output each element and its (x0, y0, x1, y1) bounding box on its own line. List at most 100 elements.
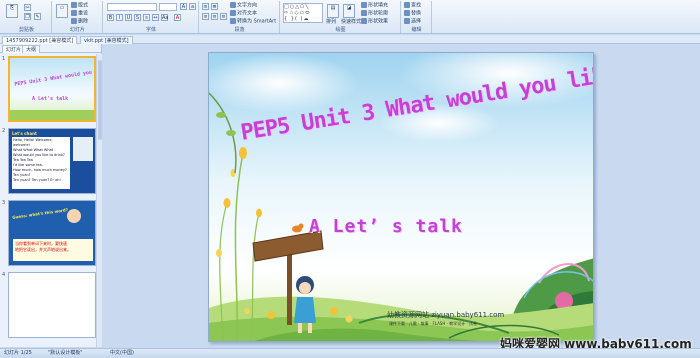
shape-fill-label: 形状填充 (368, 2, 389, 9)
shape-outline-button[interactable]: 形状轮廓 (361, 10, 388, 17)
italic-icon[interactable]: I (116, 14, 123, 21)
text-direction-label: 文字方向 (237, 2, 258, 9)
align-center-icon[interactable]: ≡ (211, 13, 218, 20)
align-right-icon[interactable]: ≡ (220, 13, 227, 20)
underline-icon[interactable]: U (125, 14, 132, 21)
format-painter-icon[interactable]: ✎ (34, 13, 41, 20)
select-button[interactable]: 选择 (404, 18, 421, 25)
thumb-figure-icon (67, 209, 81, 223)
find-button[interactable]: 查找 (404, 2, 421, 9)
font-name-combo[interactable] (107, 3, 157, 11)
theme-name: "默认设计模板" (48, 350, 83, 356)
shapes-gallery[interactable]: □○△⬠╲ ⇨☆◇▭⬭{ }( )☁ (283, 3, 323, 23)
align-text-button[interactable]: 对齐文本 (230, 10, 257, 17)
thumb-line: 地把它读出，并大声地说出来。 (15, 247, 71, 252)
arrange-label[interactable]: 排列 (326, 19, 336, 26)
document-tab-bar: 1457909222.ppt [兼容模式] vkit.ppt [兼容模式] (0, 35, 700, 44)
replace-button[interactable]: 替换 (404, 10, 421, 17)
group-label: 字体 (145, 27, 156, 33)
status-bar: 幻灯片 1/25 "默认设计模板" 中文(中国) (0, 348, 700, 358)
strike-icon[interactable]: S (134, 14, 141, 21)
text-direction-button[interactable]: 文字方向 (230, 2, 257, 9)
layout-button[interactable]: 版式 (71, 2, 88, 9)
quick-styles-label[interactable]: 快速样式 (341, 19, 361, 26)
thumbnail-image: Guess: what's this word? 当你看到单词下来时，要快速 地… (8, 200, 96, 266)
slides-panel: 幻灯片 大纲 1 PEP5 Unit 3 What would you like… (0, 44, 102, 347)
new-slide-icon[interactable]: ▭ (56, 4, 68, 18)
panel-tabs: 幻灯片 大纲 (0, 44, 101, 53)
scroll-thumb[interactable] (98, 60, 102, 140)
reset-button[interactable]: 重设 (71, 10, 88, 17)
change-case-icon[interactable]: Aa (161, 14, 168, 21)
slide-number: 2 (2, 128, 6, 134)
ribbon: ⎘ ✂ ❐ ✎ 剪贴板 ▭ 版式 重设 删除 幻灯片 A a B I U S s… (0, 0, 700, 34)
replace-label: 替换 (411, 10, 422, 17)
paste-icon[interactable]: ⎘ (6, 4, 18, 18)
smartart-button[interactable]: 转换为 SmartArt (230, 18, 276, 25)
slide-number: 4 (2, 272, 6, 278)
copy-icon[interactable]: ❐ (24, 13, 31, 20)
slide-thumbnail-2[interactable]: 2 Let's chant Hello, Hello! Welcome, wel… (0, 128, 100, 194)
paragraph-group: ≡ ≣ ≡ ≡ ≡ 文字方向 对齐文本 转换为 SmartArt 段落 (200, 1, 280, 33)
delete-label: 删除 (78, 18, 89, 25)
slide-number: 1 (2, 56, 6, 62)
cut-icon[interactable]: ✂ (24, 4, 31, 11)
drawing-group: □○△⬠╲ ⇨☆◇▭⬭{ }( )☁ ▤ 排列 ◪ 快速样式 形状填充 形状轮廓 … (281, 1, 401, 33)
group-label: 段落 (234, 27, 245, 33)
thumb-title: Let's chant (12, 131, 37, 136)
thumb-title: PEP5 Unit 3 What would you like ? (14, 66, 94, 88)
thumb-picture (73, 137, 93, 161)
bold-icon[interactable]: B (107, 14, 114, 21)
thumb-line: Hello, Hello! Welcome, welcome! (13, 138, 53, 147)
select-label: 选择 (411, 18, 422, 25)
thumb-text-box: 当你看到单词下来时，要快速 地把它读出，并大声地说出来。 (13, 239, 93, 261)
thumbnail-image: PEP5 Unit 3 What would you like ? A Let'… (8, 56, 96, 122)
shape-fill-button[interactable]: 形状填充 (361, 2, 388, 9)
slide-thumbnail-1[interactable]: 1 PEP5 Unit 3 What would you like ? A Le… (0, 56, 100, 122)
shrink-font-icon[interactable]: a (189, 3, 196, 10)
doc-tab-1[interactable]: 1457909222.ppt [兼容模式] (2, 36, 78, 44)
slide-number: 3 (2, 200, 6, 206)
language-status: 中文(中国) (110, 350, 134, 356)
numbering-icon[interactable]: ≣ (211, 3, 218, 10)
smartart-label: 转换为 SmartArt (237, 18, 277, 25)
quick-styles-icon[interactable]: ◪ (343, 4, 355, 18)
align-text-label: 对齐文本 (237, 10, 258, 17)
slide-canvas: PEP5 Unit 3 What would you like ? A Let’… (103, 44, 700, 347)
thumb-title: Guess: what's this word? (11, 207, 69, 220)
arrange-icon[interactable]: ▤ (327, 4, 339, 18)
group-label: 幻灯片 (69, 27, 85, 33)
reset-label: 重设 (78, 10, 89, 17)
shape-outline-label: 形状轮廓 (368, 10, 389, 17)
group-label: 剪贴板 (18, 27, 34, 33)
char-spacing-icon[interactable]: ↔ (152, 14, 159, 21)
slides-group: ▭ 版式 重设 删除 幻灯片 (53, 1, 103, 33)
slide-thumbnail-4[interactable]: 4 (0, 272, 100, 338)
slide-credit-small: 课件下载 · 儿歌 · 故事 · FLASH · 教学设计 · 试卷 (389, 321, 477, 326)
slide-thumbnail-3[interactable]: 3 Guess: what's this word? 当你看到单词下来时，要快速… (0, 200, 100, 266)
slide-subtitle[interactable]: A Let’ s talk (309, 216, 463, 237)
thumb-text-box: Hello, Hello! Welcome, welcome! What Wha… (12, 137, 70, 189)
slide-1[interactable]: PEP5 Unit 3 What would you like ? A Let’… (208, 52, 594, 342)
doc-tab-2[interactable]: vkit.ppt [兼容模式] (80, 36, 133, 44)
shape-effects-button[interactable]: 形状效果 (361, 18, 388, 25)
grow-font-icon[interactable]: A (180, 3, 187, 10)
editing-group: 查找 替换 选择 编辑 (402, 1, 432, 33)
thumbnail-image (8, 272, 96, 338)
slide-credit: 幼教资源网站 ziyuan.baby611.com (387, 311, 505, 319)
font-group: A a B I U S s ↔ Aa A 字体 (104, 1, 199, 33)
shadow-icon[interactable]: s (143, 14, 150, 21)
thumb-line: Ten yuan? Ten yuan? Er oh! (13, 178, 61, 182)
tab-outline[interactable]: 大纲 (22, 45, 41, 53)
align-left-icon[interactable]: ≡ (202, 13, 209, 20)
layout-label: 版式 (78, 2, 89, 9)
font-color-icon[interactable]: A (174, 14, 181, 21)
group-label: 绘图 (335, 27, 346, 33)
bullets-icon[interactable]: ≡ (202, 3, 209, 10)
thumbnail-image: Let's chant Hello, Hello! Welcome, welco… (8, 128, 96, 194)
thumb-subtitle: A Let's talk (32, 96, 69, 102)
shape-effects-label: 形状效果 (368, 18, 389, 25)
panel-scrollbar[interactable] (96, 54, 102, 347)
delete-button[interactable]: 删除 (71, 18, 88, 25)
font-size-combo[interactable] (159, 3, 177, 11)
